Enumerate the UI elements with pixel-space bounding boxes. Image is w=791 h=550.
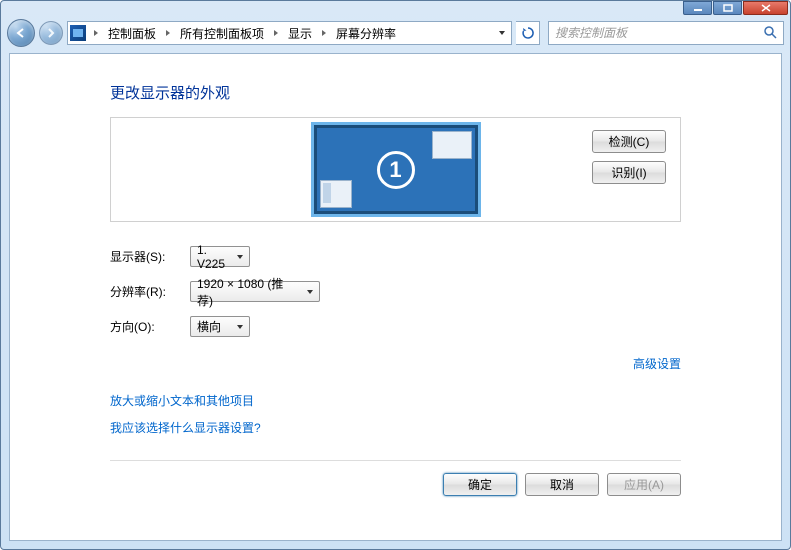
footer-buttons: 确定 取消 应用(A) — [110, 473, 681, 496]
breadcrumb-control-panel[interactable]: 控制面板 — [106, 25, 158, 42]
window-controls — [683, 1, 788, 15]
mini-window-icon — [432, 131, 472, 159]
mini-window-icon — [320, 180, 352, 208]
breadcrumb-separator-icon — [322, 30, 326, 36]
cancel-button[interactable]: 取消 — [525, 473, 599, 496]
close-button[interactable] — [743, 1, 788, 15]
back-button[interactable] — [7, 19, 35, 47]
breadcrumb-all-items[interactable]: 所有控制面板项 — [178, 25, 266, 42]
search-icon — [763, 25, 777, 42]
nav-bar: 控制面板 所有控制面板项 显示 屏幕分辨率 — [1, 15, 790, 51]
orientation-label: 方向(O): — [110, 318, 190, 335]
address-dropdown-icon[interactable] — [499, 31, 505, 35]
advanced-settings-link[interactable]: 高级设置 — [110, 355, 681, 372]
refresh-icon — [521, 26, 535, 40]
maximize-button[interactable] — [713, 1, 742, 15]
search-box[interactable] — [548, 21, 784, 45]
identify-button[interactable]: 识别(I) — [592, 161, 666, 184]
apply-button: 应用(A) — [607, 473, 681, 496]
address-bar[interactable]: 控制面板 所有控制面板项 显示 屏幕分辨率 — [67, 21, 512, 45]
monitor-number-badge: 1 — [377, 151, 415, 189]
display-label: 显示器(S): — [110, 248, 190, 265]
display-select[interactable]: 1. V225 — [190, 246, 250, 267]
control-panel-icon — [70, 25, 86, 41]
orientation-select[interactable]: 横向 — [190, 316, 250, 337]
title-bar — [1, 1, 790, 15]
which-settings-link[interactable]: 我应该选择什么显示器设置? — [110, 419, 681, 436]
zoom-text-link[interactable]: 放大或缩小文本和其他项目 — [110, 392, 681, 409]
search-input[interactable] — [555, 26, 763, 40]
divider — [110, 460, 681, 461]
content-area: 更改显示器的外观 1 检测(C) 识别(I) 显示器(S): 1. V225 — [9, 53, 782, 541]
breadcrumb-display[interactable]: 显示 — [286, 25, 314, 42]
breadcrumb-separator-icon — [166, 30, 170, 36]
window-frame: 控制面板 所有控制面板项 显示 屏幕分辨率 更改显示器的外观 1 — [0, 0, 791, 550]
resolution-label: 分辨率(R): — [110, 283, 190, 300]
back-arrow-icon — [14, 26, 28, 40]
minimize-button[interactable] — [683, 1, 712, 15]
display-select-value: 1. V225 — [197, 243, 229, 271]
breadcrumb-separator-icon — [274, 30, 278, 36]
monitor-preview[interactable]: 1 — [311, 122, 481, 217]
forward-arrow-icon — [45, 27, 57, 39]
breadcrumb-separator-icon — [94, 30, 98, 36]
resolution-select-value: 1920 × 1080 (推荐) — [197, 275, 299, 309]
breadcrumb-resolution[interactable]: 屏幕分辨率 — [334, 25, 398, 42]
resolution-select[interactable]: 1920 × 1080 (推荐) — [190, 281, 320, 302]
page-title: 更改显示器的外观 — [110, 82, 681, 103]
ok-button[interactable]: 确定 — [443, 473, 517, 496]
detect-button[interactable]: 检测(C) — [592, 130, 666, 153]
monitor-preview-panel: 1 检测(C) 识别(I) — [110, 117, 681, 222]
orientation-select-value: 横向 — [197, 318, 221, 335]
forward-button[interactable] — [39, 21, 63, 45]
refresh-button[interactable] — [516, 21, 540, 45]
